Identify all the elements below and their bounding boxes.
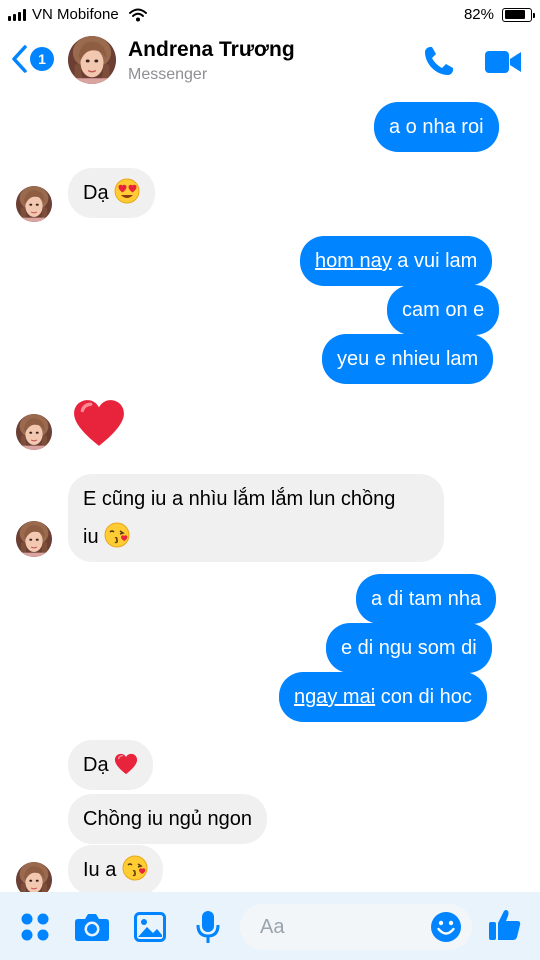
microphone-icon[interactable] xyxy=(196,910,220,944)
message-text: yeu e nhieu lam xyxy=(337,348,479,370)
message-text: con di hoc xyxy=(375,686,472,708)
underlined-phrase[interactable]: hom nay xyxy=(315,250,392,272)
kissing-face-emoji-icon xyxy=(122,855,148,881)
red-heart-emoji-icon xyxy=(114,753,138,775)
message-text: Dạ xyxy=(83,754,109,776)
message-text: Iu a xyxy=(83,859,117,881)
incoming-message[interactable]: Dạ xyxy=(68,740,154,790)
carrier-name: VN Mobifone xyxy=(32,6,119,23)
camera-icon[interactable] xyxy=(74,912,110,942)
incoming-message[interactable]: E cũng iu a nhìu lắm lắm lun chồng iu xyxy=(68,474,444,562)
more-actions-icon[interactable] xyxy=(20,912,50,942)
message-text: Chồng iu ngủ ngon xyxy=(83,808,253,830)
battery-icon xyxy=(502,7,535,22)
message-text: E cũng iu a nhìu lắm lắm lun chồng xyxy=(83,488,396,510)
underlined-phrase[interactable]: ngay mai xyxy=(294,686,375,708)
video-call-icon[interactable] xyxy=(484,48,522,76)
contact-avatar-small xyxy=(16,414,52,450)
message-text: iu xyxy=(83,526,99,548)
status-bar: VN Mobifone 82% xyxy=(0,0,540,30)
contact-avatar-small xyxy=(16,186,52,222)
signal-strength-icon xyxy=(8,8,26,21)
outgoing-message[interactable]: yeu e nhieu lam xyxy=(322,334,494,384)
phone-call-icon[interactable] xyxy=(422,44,456,78)
gallery-icon[interactable] xyxy=(134,912,166,942)
incoming-message[interactable]: Chồng iu ngủ ngon xyxy=(68,794,268,844)
contact-avatar[interactable] xyxy=(68,36,116,84)
outgoing-message[interactable]: cam on e xyxy=(387,285,500,335)
chevron-left-icon xyxy=(12,45,27,73)
outgoing-message[interactable]: e di ngu som di xyxy=(326,623,492,673)
heart-eyes-emoji-icon xyxy=(114,178,140,204)
message-text: a di tam nha xyxy=(371,588,482,610)
incoming-message[interactable]: Iu a xyxy=(68,845,163,895)
unread-count-badge: 1 xyxy=(30,47,54,71)
message-input-wrapper[interactable] xyxy=(240,904,472,950)
contact-subtitle: Messenger xyxy=(128,66,208,83)
outgoing-message[interactable]: a di tam nha xyxy=(356,574,497,624)
wifi-icon xyxy=(128,8,147,21)
kissing-face-emoji-icon xyxy=(104,522,130,548)
message-input[interactable] xyxy=(260,912,430,942)
message-text: Dạ xyxy=(83,182,109,204)
outgoing-message[interactable]: hom nay a vui lam xyxy=(300,236,493,286)
message-text: a o nha roi xyxy=(389,116,484,138)
message-composer xyxy=(0,892,540,960)
contact-avatar-small xyxy=(16,521,52,557)
back-button[interactable]: 1 xyxy=(10,44,54,74)
message-text: e di ngu som di xyxy=(341,637,477,659)
thumbs-up-icon[interactable] xyxy=(488,908,522,942)
battery-percentage: 82% xyxy=(463,6,494,23)
conversation-header: 1 Andrena Trương Messenger xyxy=(0,30,540,98)
emoji-picker-icon[interactable] xyxy=(430,911,462,943)
outgoing-message[interactable]: ngay mai con di hoc xyxy=(279,672,487,722)
message-text: cam on e xyxy=(402,299,485,321)
message-text: a vui lam xyxy=(391,250,478,272)
outgoing-message[interactable]: a o nha roi xyxy=(374,102,499,152)
incoming-message[interactable]: Dạ xyxy=(68,168,156,218)
contact-name[interactable]: Andrena Trương xyxy=(128,38,295,62)
red-heart-emoji-icon[interactable] xyxy=(72,398,126,448)
